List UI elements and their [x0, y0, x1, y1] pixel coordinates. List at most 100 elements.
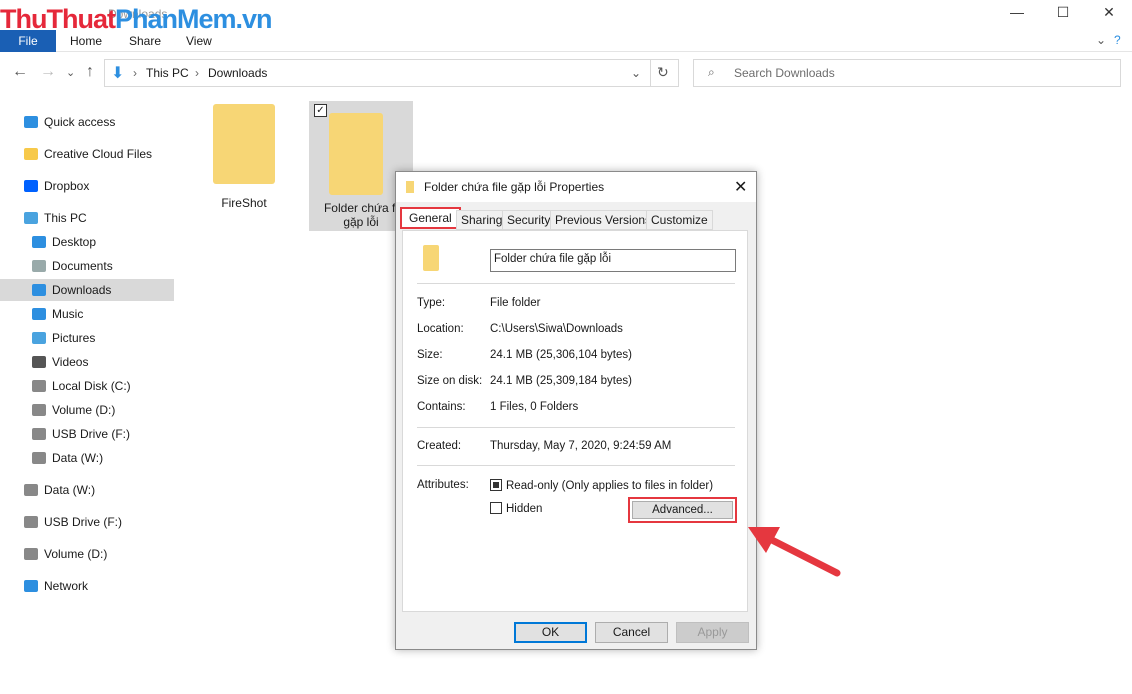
apply-button[interactable]: Apply: [676, 622, 749, 643]
property-label: Created:: [417, 440, 462, 452]
tab-share[interactable]: Share: [117, 30, 173, 52]
address-bar[interactable]: ⬇ › This PC › Downloads ⌄ ↻: [104, 59, 679, 87]
address-dropdown-icon[interactable]: ⌄: [631, 66, 641, 80]
sidebar-item[interactable]: This PC: [0, 207, 174, 229]
tab-security[interactable]: Security: [502, 210, 556, 230]
breadcrumb-this-pc[interactable]: This PC: [146, 66, 189, 80]
sidebar-item[interactable]: Quick access: [0, 111, 174, 133]
file-item-fireshot[interactable]: FireShot: [196, 104, 292, 210]
property-label: Size:: [417, 349, 443, 361]
ribbon: File Home Share View ⌄ ?: [0, 30, 1132, 52]
tab-view[interactable]: View: [174, 30, 224, 52]
network-icon: [24, 580, 38, 592]
music-icon: [32, 308, 46, 320]
divider: [650, 60, 651, 86]
property-value: File folder: [490, 297, 541, 309]
general-panel: Folder chứa file gặp lỗi Type: File folde…: [402, 230, 748, 612]
sidebar-item[interactable]: USB Drive (F:): [0, 511, 174, 533]
back-button[interactable]: ←: [12, 63, 28, 81]
tab-general[interactable]: General: [400, 207, 461, 229]
disk-icon: [32, 452, 46, 464]
sidebar-item[interactable]: Downloads: [0, 279, 174, 301]
sidebar-item-label: Desktop: [52, 235, 97, 249]
sidebar-item-label: Documents: [52, 259, 113, 273]
sidebar-item[interactable]: Creative Cloud Files: [0, 143, 174, 165]
forward-button[interactable]: →: [40, 63, 56, 81]
computer-icon: [24, 212, 38, 224]
divider: [417, 283, 735, 284]
sidebar-item[interactable]: Documents: [0, 255, 174, 277]
properties-dialog: Folder chứa file gặp lỗi Properties ✕ Ge…: [395, 171, 757, 650]
sidebar-item[interactable]: USB Drive (F:): [0, 423, 174, 445]
sidebar-item[interactable]: Volume (D:): [0, 399, 174, 421]
close-button[interactable]: ✕: [1086, 4, 1132, 26]
cancel-button[interactable]: Cancel: [595, 622, 668, 643]
minimize-button[interactable]: —: [994, 4, 1040, 26]
property-label: Size on disk:: [417, 375, 483, 387]
tab-home[interactable]: Home: [58, 30, 114, 52]
property-value: 1 Files, 0 Folders: [490, 401, 579, 413]
file-name: FireShot: [221, 196, 267, 210]
breadcrumb-separator-icon: ›: [195, 66, 199, 80]
tab-previous-versions[interactable]: Previous Versions: [550, 210, 657, 230]
dropbox-icon: [24, 180, 38, 192]
up-button[interactable]: ↑: [86, 63, 94, 81]
ok-button[interactable]: OK: [514, 622, 587, 643]
property-label: Type:: [417, 297, 446, 309]
sidebar-item[interactable]: Desktop: [0, 231, 174, 253]
breadcrumb-separator-icon: ›: [133, 66, 137, 80]
tab-file[interactable]: File: [0, 30, 56, 52]
hidden-checkbox[interactable]: Hidden: [490, 502, 542, 515]
sidebar-item[interactable]: Videos: [0, 351, 174, 373]
recent-dropdown[interactable]: ⌄: [66, 66, 75, 79]
folder-icon: [423, 245, 439, 271]
search-icon: ⌕: [708, 65, 715, 79]
folder-name-input[interactable]: Folder chứa file gặp lỗi: [490, 249, 736, 272]
sidebar-item[interactable]: Data (W:): [0, 447, 174, 469]
readonly-checkbox[interactable]: Read-only (Only applies to files in fold…: [490, 479, 713, 492]
sidebar-item-label: Local Disk (C:): [52, 379, 131, 393]
refresh-icon[interactable]: ↻: [657, 64, 669, 81]
chevron-down-icon[interactable]: ⌄: [1096, 33, 1106, 47]
help-icon[interactable]: ?: [1114, 33, 1121, 47]
usb-icon: [32, 428, 46, 440]
disk-icon: [32, 404, 46, 416]
sidebar-item-label: Downloads: [52, 283, 112, 297]
advanced-highlight: Advanced...: [628, 497, 737, 523]
sidebar-item-label: USB Drive (F:): [44, 515, 122, 529]
divider: [417, 465, 735, 466]
sidebar-item-label: This PC: [44, 211, 87, 225]
property-value: 24.1 MB (25,306,104 bytes): [490, 349, 632, 361]
sidebar-item-label: Dropbox: [44, 179, 90, 193]
folder-icon: [406, 181, 414, 193]
disk-icon: [24, 484, 38, 496]
property-value: C:\Users\Siwa\Downloads: [490, 323, 623, 335]
sidebar-item[interactable]: Volume (D:): [0, 543, 174, 565]
sidebar-item[interactable]: Network: [0, 575, 174, 597]
sidebar-item[interactable]: Pictures: [0, 327, 174, 349]
disk-icon: [24, 548, 38, 560]
tab-customize[interactable]: Customize: [646, 210, 713, 230]
sidebar-item[interactable]: Local Disk (C:): [0, 375, 174, 397]
dialog-close-icon[interactable]: ✕: [734, 177, 747, 197]
videos-icon: [32, 356, 46, 368]
documents-icon: [32, 260, 46, 272]
sidebar-item-label: Pictures: [52, 331, 96, 345]
creative-cloud-icon: [24, 148, 38, 160]
search-input[interactable]: ⌕ Search Downloads: [693, 59, 1121, 87]
star-icon: [24, 116, 38, 128]
sidebar-item[interactable]: Music: [0, 303, 174, 325]
breadcrumb-downloads[interactable]: Downloads: [208, 66, 267, 80]
disk-icon: [32, 380, 46, 392]
checkbox[interactable]: ✓: [314, 104, 327, 117]
usb-icon: [24, 516, 38, 528]
sidebar-item[interactable]: Data (W:): [0, 479, 174, 501]
folder-icon: [329, 113, 383, 195]
tab-sharing[interactable]: Sharing: [456, 210, 508, 230]
downloads-icon: ⬇: [111, 65, 125, 82]
property-label: Contains:: [417, 401, 466, 413]
downloads-icon: [32, 284, 46, 296]
sidebar-item[interactable]: Dropbox: [0, 175, 174, 197]
maximize-button[interactable]: ☐: [1040, 4, 1086, 26]
advanced-button[interactable]: Advanced...: [632, 501, 733, 519]
